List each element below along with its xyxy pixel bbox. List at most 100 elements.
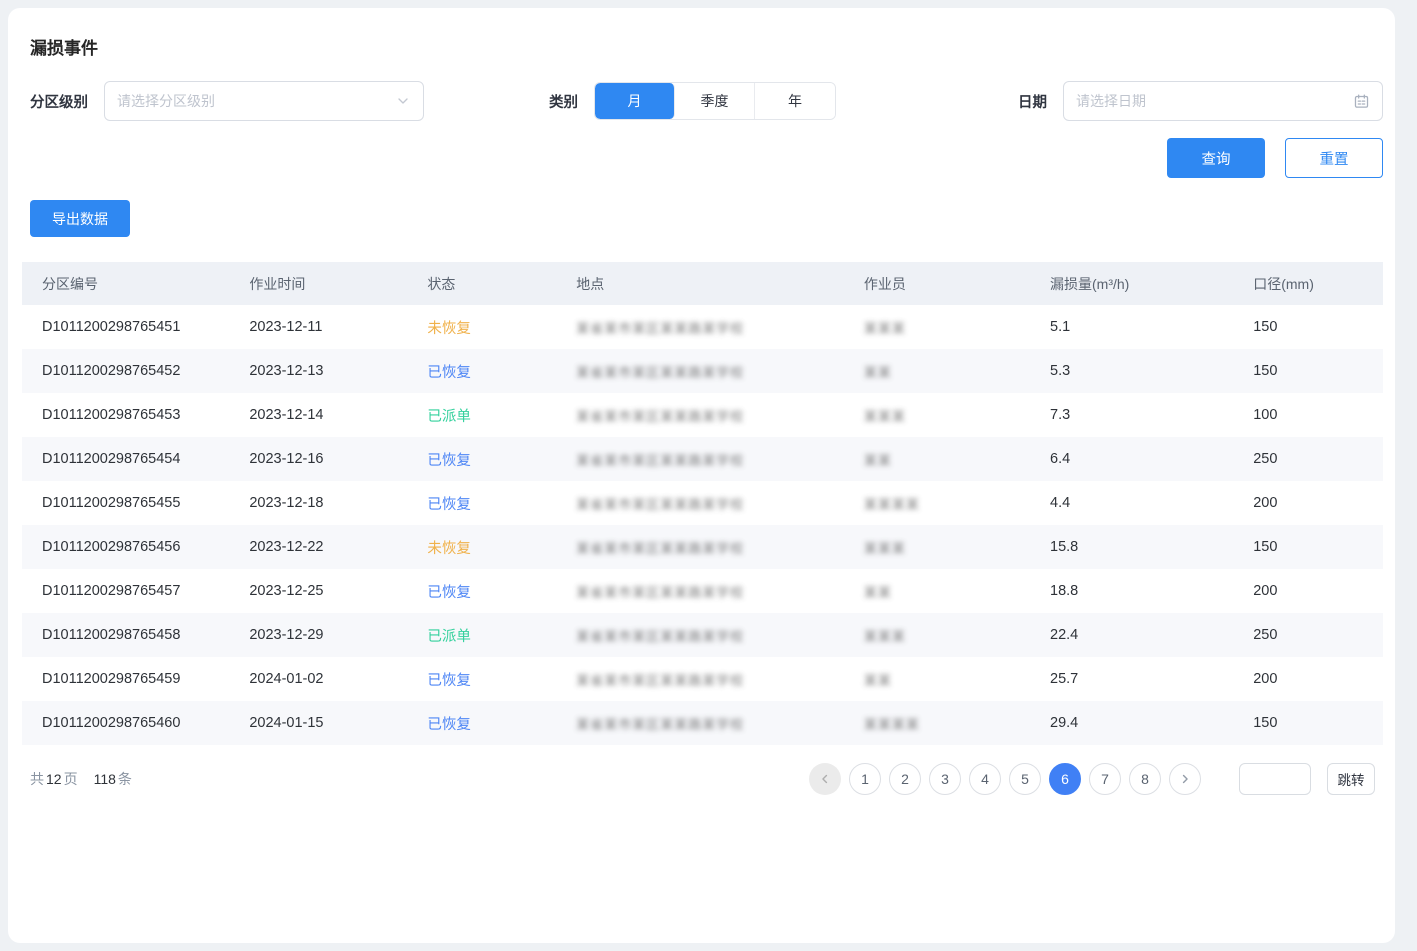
pages-unit: 页 <box>64 769 78 789</box>
cell-diameter: 150 <box>1253 701 1383 745</box>
query-button[interactable]: 查询 <box>1167 138 1265 178</box>
partition-level-label: 分区级别 <box>30 91 88 112</box>
page-button-2[interactable]: 2 <box>889 763 921 795</box>
cell-work-time: 2023-12-29 <box>249 613 427 657</box>
table-row[interactable]: D1011200298765455 2023-12-18 已恢复 某省某市某区某… <box>22 481 1383 525</box>
page-title: 漏损事件 <box>22 8 1383 59</box>
jump-button[interactable]: 跳转 <box>1327 763 1375 795</box>
cell-operator-masked: 某某某某 <box>864 494 920 513</box>
items-unit: 条 <box>118 769 132 789</box>
cell-diameter: 200 <box>1253 657 1383 701</box>
cell-partition-id: D1011200298765451 <box>22 305 249 349</box>
cell-work-time: 2024-01-15 <box>249 701 427 745</box>
cell-operator-masked: 某某某 <box>864 318 906 337</box>
status-badge: 已恢复 <box>427 497 471 513</box>
table-row[interactable]: D1011200298765451 2023-12-11 未恢复 某省某市某区某… <box>22 305 1383 349</box>
cell-work-time: 2024-01-02 <box>249 657 427 701</box>
cell-location-masked: 某省某市某区某某路某学校 <box>576 538 744 557</box>
page-button-1[interactable]: 1 <box>849 763 881 795</box>
table-row[interactable]: D1011200298765456 2023-12-22 未恢复 某省某市某区某… <box>22 525 1383 569</box>
cell-leakage: 6.4 <box>1050 437 1253 481</box>
cell-diameter: 200 <box>1253 481 1383 525</box>
category-tab-年[interactable]: 年 <box>755 83 835 119</box>
table-header-row: 分区编号作业时间状态地点作业员漏损量(m³/h)口径(mm) <box>22 262 1383 305</box>
jump-page-input[interactable] <box>1239 763 1311 795</box>
total-pages: 12 <box>46 771 62 787</box>
page-button-4[interactable]: 4 <box>969 763 1001 795</box>
chevron-right-icon <box>1178 772 1192 786</box>
cell-leakage: 5.3 <box>1050 349 1253 393</box>
cell-location-masked: 某省某市某区某某路某学校 <box>576 714 744 733</box>
cell-leakage: 4.4 <box>1050 481 1253 525</box>
table-row[interactable]: D1011200298765459 2024-01-02 已恢复 某省某市某区某… <box>22 657 1383 701</box>
cell-location-masked: 某省某市某区某某路某学校 <box>576 670 744 689</box>
cell-operator-masked: 某某 <box>864 670 892 689</box>
cell-partition-id: D1011200298765460 <box>22 701 249 745</box>
cell-leakage: 18.8 <box>1050 569 1253 613</box>
cell-work-time: 2023-12-16 <box>249 437 427 481</box>
cell-diameter: 250 <box>1253 437 1383 481</box>
export-data-button[interactable]: 导出数据 <box>30 200 130 237</box>
status-badge: 已恢复 <box>427 585 471 601</box>
category-tab-月[interactable]: 月 <box>595 83 675 119</box>
partition-level-select[interactable]: 请选择分区级别 <box>104 81 424 121</box>
action-row: 查询 重置 <box>22 138 1383 178</box>
page-button-7[interactable]: 7 <box>1089 763 1121 795</box>
pagination-controls: 12345678 跳转 <box>809 763 1375 795</box>
page-button-5[interactable]: 5 <box>1009 763 1041 795</box>
cell-diameter: 150 <box>1253 525 1383 569</box>
page-button-8[interactable]: 8 <box>1129 763 1161 795</box>
cell-partition-id: D1011200298765454 <box>22 437 249 481</box>
cell-leakage: 22.4 <box>1050 613 1253 657</box>
prev-page-button[interactable] <box>809 763 841 795</box>
partition-level-placeholder: 请选择分区级别 <box>117 91 215 111</box>
page-button-3[interactable]: 3 <box>929 763 961 795</box>
table-row[interactable]: D1011200298765460 2024-01-15 已恢复 某省某市某区某… <box>22 701 1383 745</box>
table-row[interactable]: D1011200298765453 2023-12-14 已派单 某省某市某区某… <box>22 393 1383 437</box>
cell-location-masked: 某省某市某区某某路某学校 <box>576 406 744 425</box>
export-row: 导出数据 <box>22 200 1383 237</box>
cell-leakage: 7.3 <box>1050 393 1253 437</box>
cell-work-time: 2023-12-13 <box>249 349 427 393</box>
cell-location-masked: 某省某市某区某某路某学校 <box>576 362 744 381</box>
date-picker-input[interactable]: 请选择日期 <box>1063 81 1383 121</box>
status-badge: 未恢复 <box>427 541 471 557</box>
status-badge: 已派单 <box>427 409 471 425</box>
next-page-button[interactable] <box>1169 763 1201 795</box>
cell-diameter: 100 <box>1253 393 1383 437</box>
status-badge: 已派单 <box>427 629 471 645</box>
column-header: 口径(mm) <box>1253 262 1383 305</box>
column-header: 状态 <box>427 262 576 305</box>
cell-partition-id: D1011200298765455 <box>22 481 249 525</box>
cell-leakage: 5.1 <box>1050 305 1253 349</box>
status-badge: 未恢复 <box>427 321 471 337</box>
cell-operator-masked: 某某某某 <box>864 714 920 733</box>
cell-leakage: 15.8 <box>1050 525 1253 569</box>
filter-date: 日期 请选择日期 <box>1018 81 1383 121</box>
status-badge: 已恢复 <box>427 453 471 469</box>
cell-work-time: 2023-12-11 <box>249 305 427 349</box>
column-header: 作业时间 <box>249 262 427 305</box>
cell-operator-masked: 某某 <box>864 582 892 601</box>
leak-events-table: 分区编号作业时间状态地点作业员漏损量(m³/h)口径(mm) D10112002… <box>22 262 1383 745</box>
reset-button[interactable]: 重置 <box>1285 138 1383 178</box>
calendar-icon <box>1353 93 1370 110</box>
category-tab-季度[interactable]: 季度 <box>675 83 755 119</box>
cell-leakage: 29.4 <box>1050 701 1253 745</box>
table-row[interactable]: D1011200298765454 2023-12-16 已恢复 某省某市某区某… <box>22 437 1383 481</box>
page-button-6[interactable]: 6 <box>1049 763 1081 795</box>
date-label: 日期 <box>1018 91 1047 112</box>
table-row[interactable]: D1011200298765452 2023-12-13 已恢复 某省某市某区某… <box>22 349 1383 393</box>
date-placeholder: 请选择日期 <box>1076 91 1146 111</box>
table-body: D1011200298765451 2023-12-11 未恢复 某省某市某区某… <box>22 305 1383 745</box>
table-row[interactable]: D1011200298765457 2023-12-25 已恢复 某省某市某区某… <box>22 569 1383 613</box>
cell-operator-masked: 某某某 <box>864 406 906 425</box>
cell-operator-masked: 某某 <box>864 362 892 381</box>
cell-location-masked: 某省某市某区某某路某学校 <box>576 582 744 601</box>
cell-work-time: 2023-12-18 <box>249 481 427 525</box>
summary-prefix: 共 <box>30 769 44 789</box>
cell-location-masked: 某省某市某区某某路某学校 <box>576 450 744 469</box>
table-row[interactable]: D1011200298765458 2023-12-29 已派单 某省某市某区某… <box>22 613 1383 657</box>
cell-partition-id: D1011200298765459 <box>22 657 249 701</box>
cell-partition-id: D1011200298765457 <box>22 569 249 613</box>
